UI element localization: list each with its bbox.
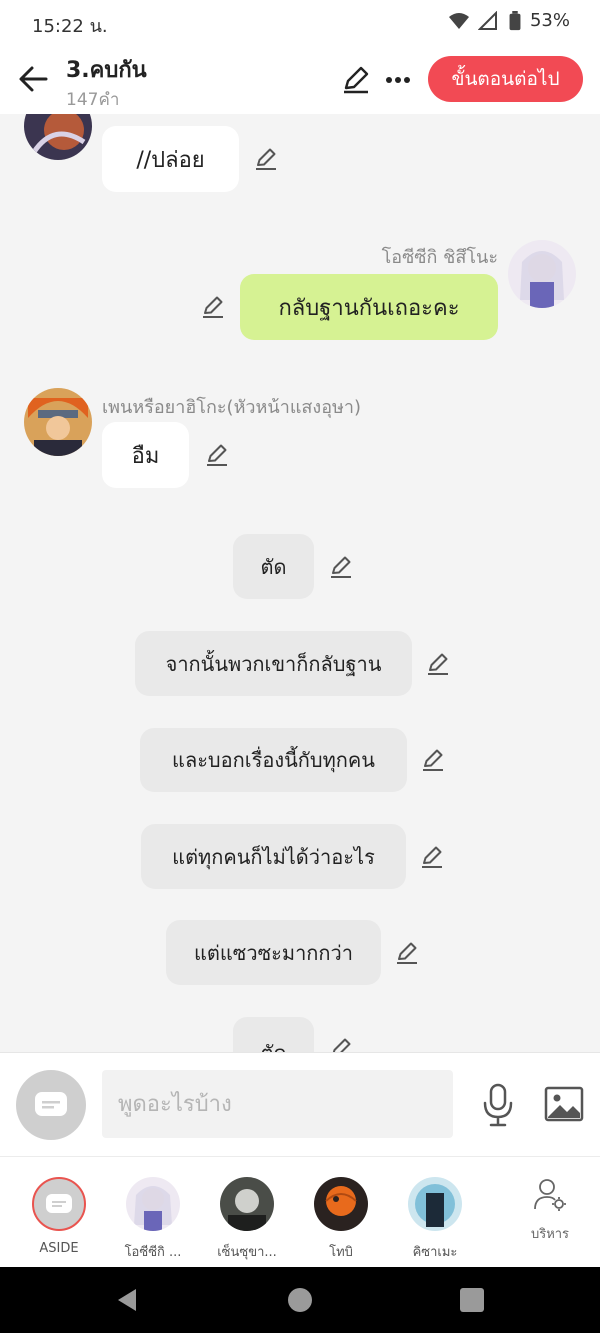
character-label: ASIDE <box>39 1241 79 1256</box>
signal-icon <box>477 10 497 30</box>
chat-area[interactable]: //ปล่อย โอซีซีกิ ชิสึโนะ กลับฐานกันเถอะค… <box>0 114 600 1052</box>
message-bubble[interactable]: //ปล่อย <box>102 126 239 192</box>
character-label: คิซาเมะ <box>412 1245 458 1260</box>
battery-icon <box>509 10 521 30</box>
manage-label: บริหาร <box>530 1227 570 1242</box>
character-item[interactable]: คิซาเมะ <box>390 1177 480 1262</box>
sender-name: โอซีซีกิ ชิสึโนะ <box>381 247 498 268</box>
character-bar: ASIDE โอซีซีกิ ... เซ็นซุขา... โทบิ คิซา… <box>0 1156 600 1267</box>
character-item[interactable]: โทบิ <box>296 1177 386 1262</box>
chat-header: 3.คบกัน 147คำ ขั้นตอนต่อไป <box>0 44 600 114</box>
avatar <box>32 1177 86 1231</box>
mic-icon[interactable] <box>480 1083 516 1127</box>
character-aside[interactable]: ASIDE <box>14 1177 104 1256</box>
word-count: 147คำ <box>66 90 120 110</box>
avatar <box>314 1177 368 1231</box>
avatar <box>126 1177 180 1231</box>
character-label: โอซีซีกิ ... <box>124 1245 182 1260</box>
status-bar: 15:22 น. 53% <box>0 0 600 44</box>
narration-bubble[interactable]: และบอกเรื่องนี้กับทุกคน <box>140 728 407 792</box>
more-icon[interactable] <box>382 64 414 96</box>
narration-bubble[interactable]: แต่ทุกคนก็ไม่ได้ว่าอะไร <box>141 824 406 889</box>
pencil-icon[interactable] <box>394 940 420 966</box>
system-nav-bar <box>0 1267 600 1333</box>
character-label: เซ็นซุขา... <box>217 1245 277 1260</box>
message-input-bar <box>0 1052 600 1156</box>
pencil-icon[interactable] <box>328 554 354 580</box>
character-label: โทบิ <box>329 1245 353 1260</box>
pencil-icon[interactable] <box>425 651 451 677</box>
status-icons: 53% <box>448 10 570 31</box>
character-avatar-image <box>220 1177 274 1231</box>
page-title: 3.คบกัน <box>66 58 147 83</box>
battery-percent: 53% <box>529 10 570 31</box>
pencil-icon[interactable] <box>204 442 230 468</box>
narration-bubble[interactable]: ตัด <box>233 1017 314 1052</box>
avatar[interactable] <box>24 114 92 160</box>
chat-bubble-icon <box>46 1194 72 1213</box>
pencil-icon[interactable] <box>328 1036 354 1052</box>
character-avatar-image <box>508 240 576 308</box>
narration-bubble[interactable]: ตัด <box>233 534 314 599</box>
pencil-icon[interactable] <box>419 844 445 870</box>
narration-bubble[interactable]: แต่แซวซะมากกว่า <box>166 920 381 985</box>
message-bubble[interactable]: กลับฐานกันเถอะคะ <box>240 274 498 340</box>
manage-icon <box>534 1179 566 1211</box>
image-icon[interactable] <box>544 1085 584 1123</box>
character-avatar-image <box>126 1177 180 1231</box>
avatar <box>408 1177 462 1231</box>
pencil-icon[interactable] <box>340 64 372 96</box>
message-input[interactable] <box>102 1070 453 1138</box>
character-item[interactable]: เซ็นซุขา... <box>202 1177 292 1262</box>
pencil-icon[interactable] <box>420 747 446 773</box>
avatar[interactable] <box>508 240 576 308</box>
nav-back-icon[interactable] <box>114 1287 140 1313</box>
pencil-icon[interactable] <box>253 146 279 172</box>
aside-toggle-button[interactable] <box>16 1070 86 1140</box>
nav-home-icon[interactable] <box>288 1288 312 1312</box>
character-avatar-image <box>314 1177 368 1231</box>
pencil-icon[interactable] <box>200 294 226 320</box>
next-step-button[interactable]: ขั้นตอนต่อไป <box>428 56 583 102</box>
back-arrow-icon[interactable] <box>16 62 50 96</box>
avatar <box>220 1177 274 1231</box>
manage-button[interactable]: บริหาร <box>510 1177 590 1244</box>
character-avatar-image <box>24 388 92 456</box>
chat-bubble-icon <box>35 1092 67 1116</box>
character-avatar-image <box>408 1177 462 1231</box>
character-item[interactable]: โอซีซีกิ ... <box>108 1177 198 1262</box>
wifi-icon <box>448 12 469 29</box>
narration-bubble[interactable]: จากนั้นพวกเขาก็กลับฐาน <box>135 631 412 696</box>
nav-recent-icon[interactable] <box>460 1288 484 1312</box>
avatar[interactable] <box>24 388 92 456</box>
sender-name: เพนหรือยาฮิโกะ(หัวหน้าแสงอุษา) <box>102 397 361 418</box>
message-bubble[interactable]: อืม <box>102 422 189 488</box>
status-time: 15:22 น. <box>32 16 108 37</box>
character-avatar-image <box>24 114 92 160</box>
